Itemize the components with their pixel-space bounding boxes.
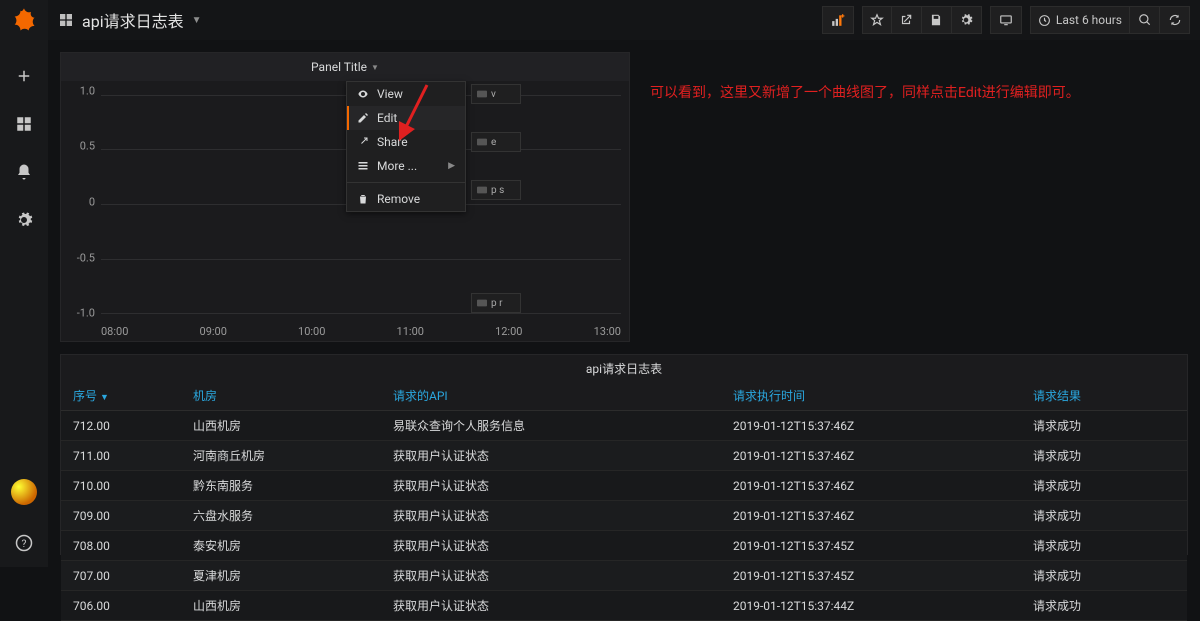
table-panel-title[interactable]: api请求日志表 <box>61 355 1187 381</box>
table-cell: 2019-01-12T15:37:45Z <box>721 561 1021 591</box>
help-icon[interactable]: ? <box>12 531 36 555</box>
table-cell: 夏津机房 <box>181 561 381 591</box>
table-cell: 706.00 <box>61 591 181 621</box>
shortcut-badge: v <box>471 84 521 104</box>
table-header-seq[interactable]: 序号▼ <box>61 381 181 411</box>
annotation-text: 可以看到，这里又新增了一个曲线图了，同样点击Edit进行编辑即可。 <box>630 52 1188 342</box>
refresh-button[interactable] <box>1160 6 1190 34</box>
breadcrumb[interactable]: api请求日志表 ▼ <box>58 8 202 32</box>
alerting-icon[interactable] <box>12 160 36 184</box>
table-cell: 黔东南服务 <box>181 471 381 501</box>
table-header-time[interactable]: 请求执行时间 <box>721 381 1021 411</box>
table-cell: 请求成功 <box>1021 471 1187 501</box>
shortcut-badge: e <box>471 132 521 152</box>
table-cell: 山西机房 <box>181 591 381 621</box>
table-cell: 708.00 <box>61 531 181 561</box>
table-cell: 请求成功 <box>1021 561 1187 591</box>
chart-panel: Panel Title ▼ 1.0 0.5 0 -0.5 -1.0 <box>60 52 630 342</box>
add-panel-button[interactable] <box>822 6 854 34</box>
y-axis-labels: 1.0 0.5 0 -0.5 -1.0 <box>61 81 101 323</box>
table-cell: 易联众查询个人服务信息 <box>381 411 721 441</box>
table-cell: 709.00 <box>61 501 181 531</box>
table-cell: 河南商丘机房 <box>181 441 381 471</box>
table-row[interactable]: 710.00黔东南服务获取用户认证状态2019-01-12T15:37:46Z请… <box>61 471 1187 501</box>
table-cell: 2019-01-12T15:37:46Z <box>721 411 1021 441</box>
user-avatar[interactable] <box>11 479 37 505</box>
table-cell: 2019-01-12T15:37:45Z <box>721 531 1021 561</box>
table-row[interactable]: 706.00山西机房获取用户认证状态2019-01-12T15:37:44Z请求… <box>61 591 1187 621</box>
time-range-button[interactable]: Last 6 hours <box>1030 6 1130 34</box>
shortcut-badge: p r <box>471 293 521 313</box>
table-cell: 707.00 <box>61 561 181 591</box>
menu-item-remove[interactable]: Remove <box>347 187 465 211</box>
sort-desc-icon: ▼ <box>100 393 109 403</box>
dashboard-icon <box>58 12 74 28</box>
panel-title-bar[interactable]: Panel Title ▼ <box>61 53 629 81</box>
table-cell: 六盘水服务 <box>181 501 381 531</box>
log-table: 序号▼ 机房 请求的API 请求执行时间 请求结果 712.00山西机房易联众查… <box>61 381 1187 621</box>
table-header-room[interactable]: 机房 <box>181 381 381 411</box>
table-cell: 2019-01-12T15:37:44Z <box>721 591 1021 621</box>
share-button[interactable] <box>892 6 922 34</box>
star-button[interactable] <box>862 6 892 34</box>
table-cell: 泰安机房 <box>181 531 381 561</box>
svg-text:?: ? <box>22 537 27 550</box>
chart-plot-area[interactable]: 1.0 0.5 0 -0.5 -1.0 08:00 09:00 10:00 <box>61 81 629 341</box>
chevron-down-icon: ▼ <box>371 63 379 72</box>
dashboard-content: Panel Title ▼ 1.0 0.5 0 -0.5 -1.0 <box>48 40 1200 567</box>
menu-item-share[interactable]: Share <box>347 130 465 154</box>
zoom-out-button[interactable] <box>1130 6 1160 34</box>
configuration-icon[interactable] <box>12 208 36 232</box>
panel-title: Panel Title <box>311 60 367 74</box>
table-cell: 请求成功 <box>1021 411 1187 441</box>
dashboard-title: api请求日志表 <box>82 8 184 32</box>
settings-button[interactable] <box>952 6 982 34</box>
table-panel: api请求日志表 序号▼ 机房 请求的API 请求执行时间 请求结果 712.0… <box>60 354 1188 555</box>
table-cell: 获取用户认证状态 <box>381 471 721 501</box>
table-cell: 2019-01-12T15:37:46Z <box>721 501 1021 531</box>
table-cell: 请求成功 <box>1021 591 1187 621</box>
table-row[interactable]: 711.00河南商丘机房获取用户认证状态2019-01-12T15:37:46Z… <box>61 441 1187 471</box>
table-cell: 获取用户认证状态 <box>381 531 721 561</box>
table-cell: 获取用户认证状态 <box>381 501 721 531</box>
menu-item-edit[interactable]: Edit <box>347 106 465 130</box>
grafana-logo-icon[interactable] <box>10 6 38 34</box>
table-cell: 2019-01-12T15:37:46Z <box>721 471 1021 501</box>
table-row[interactable]: 712.00山西机房易联众查询个人服务信息2019-01-12T15:37:46… <box>61 411 1187 441</box>
table-cell: 获取用户认证状态 <box>381 591 721 621</box>
table-cell: 获取用户认证状态 <box>381 441 721 471</box>
table-header-result[interactable]: 请求结果 <box>1021 381 1187 411</box>
shortcut-badge: p s <box>471 180 521 200</box>
table-row[interactable]: 708.00泰安机房获取用户认证状态2019-01-12T15:37:45Z请求… <box>61 531 1187 561</box>
save-button[interactable] <box>922 6 952 34</box>
table-cell: 请求成功 <box>1021 501 1187 531</box>
table-header-api[interactable]: 请求的API <box>381 381 721 411</box>
table-cell: 2019-01-12T15:37:46Z <box>721 441 1021 471</box>
time-range-label: Last 6 hours <box>1056 13 1122 27</box>
top-toolbar: api请求日志表 ▼ Last 6 hours <box>48 0 1200 40</box>
chevron-down-icon: ▼ <box>192 15 202 26</box>
table-cell: 请求成功 <box>1021 441 1187 471</box>
table-cell: 山西机房 <box>181 411 381 441</box>
table-cell: 711.00 <box>61 441 181 471</box>
table-cell: 请求成功 <box>1021 531 1187 561</box>
x-axis-labels: 08:00 09:00 10:00 11:00 12:00 13:00 <box>101 325 621 341</box>
menu-item-more[interactable]: More ...▶ <box>347 154 465 178</box>
dashboards-icon[interactable] <box>12 112 36 136</box>
table-cell: 712.00 <box>61 411 181 441</box>
panel-context-menu: Viewv Edite Sharep s More ...▶ Removep r <box>346 81 466 212</box>
side-nav: ? <box>0 0 48 567</box>
table-cell: 获取用户认证状态 <box>381 561 721 591</box>
table-cell: 710.00 <box>61 471 181 501</box>
create-icon[interactable] <box>12 64 36 88</box>
table-row[interactable]: 707.00夏津机房获取用户认证状态2019-01-12T15:37:45Z请求… <box>61 561 1187 591</box>
table-row[interactable]: 709.00六盘水服务获取用户认证状态2019-01-12T15:37:46Z请… <box>61 501 1187 531</box>
cycle-view-button[interactable] <box>990 6 1022 34</box>
menu-item-view[interactable]: View <box>347 82 465 106</box>
